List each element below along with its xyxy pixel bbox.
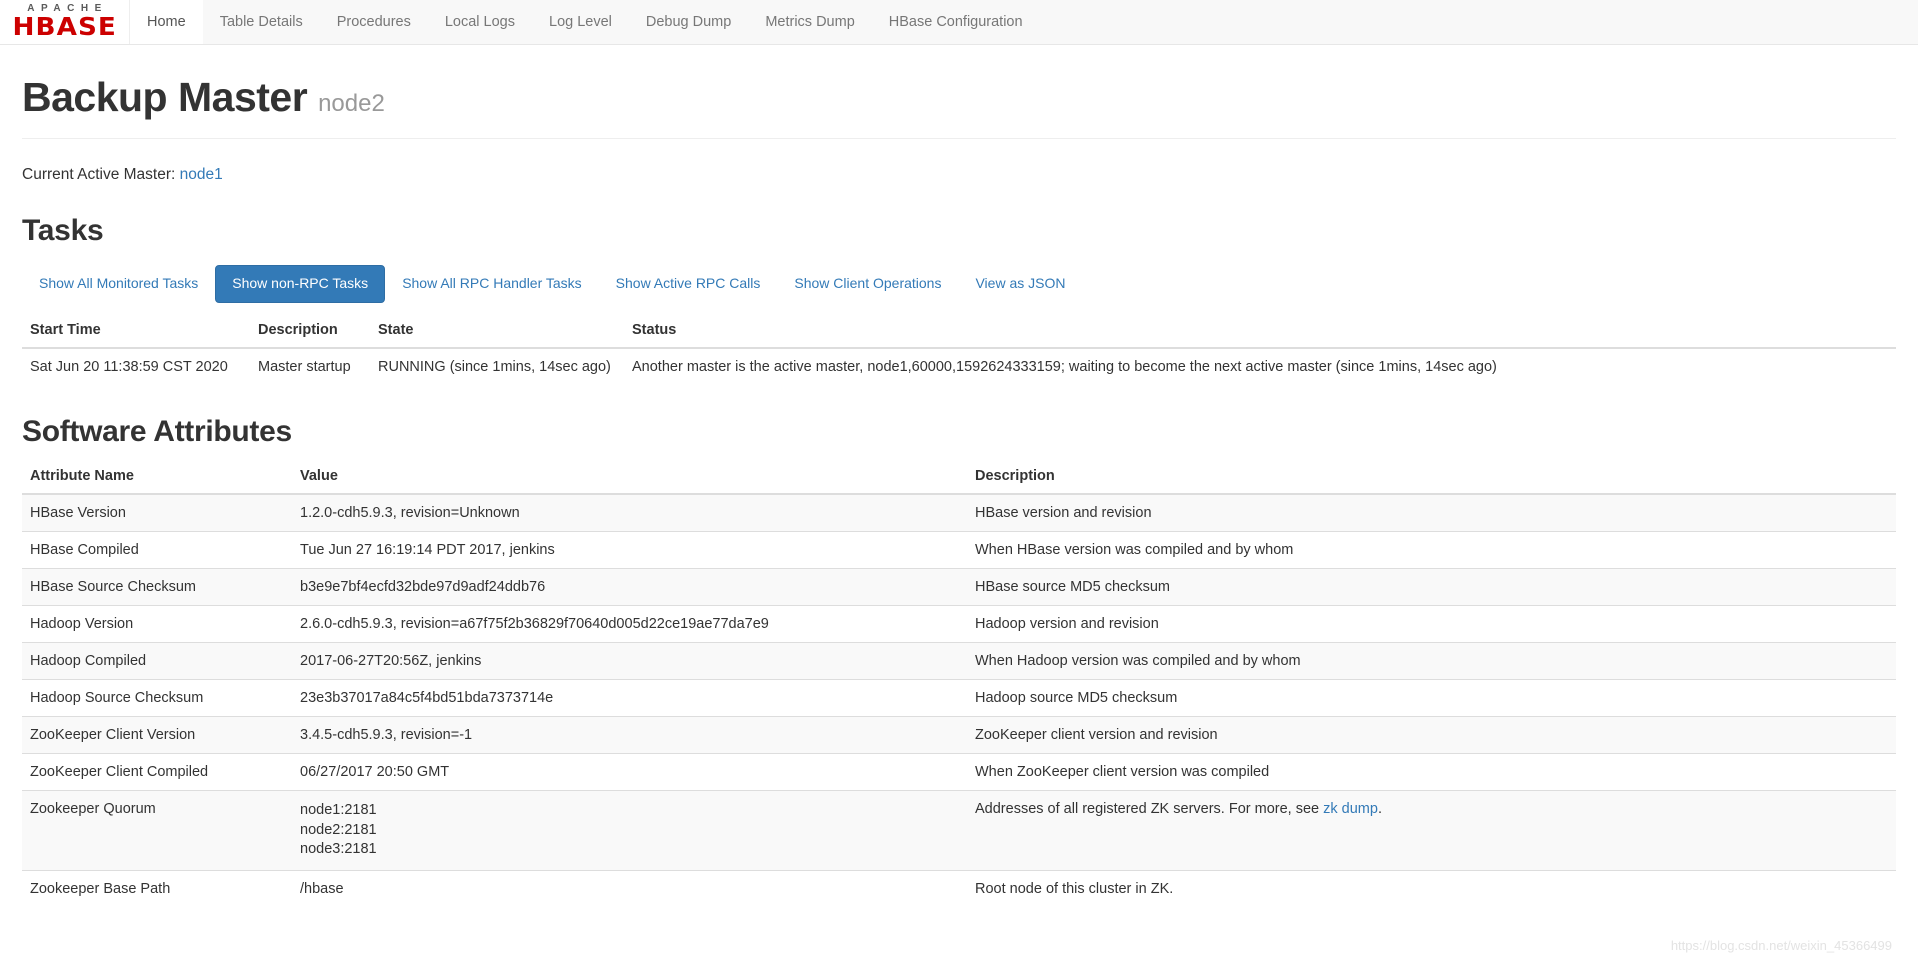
attr-description: When HBase version was compiled and by w… — [967, 530, 1896, 569]
table-row: Sat Jun 20 11:38:59 CST 2020 Master star… — [22, 347, 1896, 385]
attr-description: Root node of this cluster in ZK. — [967, 870, 1896, 908]
zk-quorum-line: node3:2181 — [300, 841, 377, 858]
attr-value: 1.2.0-cdh5.9.3, revision=Unknown — [292, 493, 967, 532]
task-description: Master startup — [250, 347, 370, 385]
tasks-table-header-row: Start Time Description State Status — [22, 312, 1896, 349]
show-non-rpc-tasks-button[interactable]: Show non-RPC Tasks — [215, 265, 386, 303]
nav-item-home[interactable]: Home — [130, 0, 203, 44]
show-active-rpc-calls-button[interactable]: Show Active RPC Calls — [599, 265, 778, 303]
nav-item-local-logs[interactable]: Local Logs — [428, 0, 532, 44]
tasks-heading: Tasks — [22, 214, 104, 248]
tasks-col-start-time: Start Time — [22, 312, 250, 349]
tasks-table-body: Sat Jun 20 11:38:59 CST 2020 Master star… — [22, 347, 1896, 385]
attr-description-suffix: . — [1377, 800, 1382, 817]
nav-item-metrics-dump[interactable]: Metrics Dump — [748, 0, 871, 44]
task-state: RUNNING (since 1mins, 14sec ago) — [370, 347, 624, 385]
attr-value: b3e9e7bf4ecfd32bde97d9adf24ddb76 — [292, 567, 967, 606]
attrs-col-description: Description — [967, 458, 1896, 495]
attr-description: When ZooKeeper client version was compil… — [967, 752, 1896, 791]
attr-name: ZooKeeper Client Compiled — [22, 752, 292, 791]
show-client-operations-button[interactable]: Show Client Operations — [777, 265, 958, 303]
attr-value: 23e3b37017a84c5f4bd51bda7373714e — [292, 678, 967, 717]
logo-hbase-text: HBASE — [12, 11, 117, 41]
current-active-master-label: Current Active Master: — [22, 166, 176, 184]
attrs-table-head: Attribute Name Value Description — [22, 458, 1896, 495]
nav-item-procedures[interactable]: Procedures — [320, 0, 428, 44]
current-active-master-link[interactable]: node1 — [180, 166, 223, 183]
software-attributes-table: Attribute Name Value Description HBase V… — [22, 458, 1896, 908]
table-row: HBase Version 1.2.0-cdh5.9.3, revision=U… — [22, 493, 1896, 532]
page-header: Backup Master node2 — [22, 74, 1896, 140]
attr-description: ZooKeeper client version and revision — [967, 715, 1896, 754]
attr-name: ZooKeeper Client Version — [22, 715, 292, 754]
table-row: HBase Compiled Tue Jun 27 16:19:14 PDT 2… — [22, 530, 1896, 569]
attr-value: 2.6.0-cdh5.9.3, revision=a67f75f2b36829f… — [292, 604, 967, 643]
view-as-json-button[interactable]: View as JSON — [958, 265, 1082, 303]
current-active-master: Current Active Master: node1 — [22, 166, 1896, 184]
tasks-table: Start Time Description State Status Sat … — [22, 312, 1896, 385]
tasks-col-description: Description — [250, 312, 370, 349]
attr-value: 2017-06-27T20:56Z, jenkins — [292, 641, 967, 680]
attr-name: Hadoop Compiled — [22, 641, 292, 680]
zk-dump-link[interactable]: zk dump — [1323, 801, 1378, 817]
software-attributes-heading: Software Attributes — [22, 414, 292, 448]
table-row: ZooKeeper Client Compiled 06/27/2017 20:… — [22, 752, 1896, 791]
hbase-logo[interactable]: APACHE HBASE — [0, 0, 130, 44]
attr-description: Hadoop version and revision — [967, 604, 1896, 643]
page-wrapper: APACHE HBASE Home Table Details Procedur… — [0, 0, 1918, 970]
attr-value: Tue Jun 27 16:19:14 PDT 2017, jenkins — [292, 530, 967, 569]
tasks-filter-button-group: Show All Monitored Tasks Show non-RPC Ta… — [22, 265, 1896, 303]
attr-name: Zookeeper Base Path — [22, 870, 292, 908]
attr-name: HBase Compiled — [22, 530, 292, 569]
page-title-subtitle: node2 — [318, 90, 385, 117]
nav-item-log-level[interactable]: Log Level — [532, 0, 629, 44]
attr-description: When Hadoop version was compiled and by … — [967, 641, 1896, 680]
page-title: Backup Master node2 — [22, 74, 1896, 120]
nav-item-hbase-configuration[interactable]: HBase Configuration — [872, 0, 1040, 44]
show-all-rpc-handler-tasks-button[interactable]: Show All RPC Handler Tasks — [385, 265, 598, 303]
tasks-col-state: State — [370, 312, 624, 349]
attr-description: HBase version and revision — [967, 493, 1896, 532]
tasks-col-status: Status — [624, 312, 1896, 349]
tasks-table-head: Start Time Description State Status — [22, 312, 1896, 349]
main-content: Backup Master node2 Current Active Maste… — [0, 74, 1918, 908]
attr-name: HBase Source Checksum — [22, 567, 292, 606]
table-row: Hadoop Source Checksum 23e3b37017a84c5f4… — [22, 678, 1896, 717]
attr-name: Zookeeper Quorum — [22, 789, 292, 871]
attr-value: /hbase — [292, 870, 967, 908]
attr-value: 3.4.5-cdh5.9.3, revision=-1 — [292, 715, 967, 754]
nav-item-table-details[interactable]: Table Details — [203, 0, 320, 44]
table-row: Hadoop Compiled 2017-06-27T20:56Z, jenki… — [22, 641, 1896, 680]
nav-items: Home Table Details Procedures Local Logs… — [130, 0, 1040, 44]
attr-name: HBase Version — [22, 493, 292, 532]
show-all-monitored-tasks-button[interactable]: Show All Monitored Tasks — [22, 265, 215, 303]
table-row: Zookeeper Base Path /hbase Root node of … — [22, 870, 1896, 908]
attrs-table-body: HBase Version 1.2.0-cdh5.9.3, revision=U… — [22, 493, 1896, 908]
attrs-table-header-row: Attribute Name Value Description — [22, 458, 1896, 495]
zk-quorum-line: node2:2181 — [300, 821, 377, 838]
attr-description-prefix: Addresses of all registered ZK servers. … — [975, 800, 1324, 817]
table-row: ZooKeeper Client Version 3.4.5-cdh5.9.3,… — [22, 715, 1896, 754]
attr-value: 06/27/2017 20:50 GMT — [292, 752, 967, 791]
page-title-text: Backup Master — [22, 74, 308, 120]
table-row: Hadoop Version 2.6.0-cdh5.9.3, revision=… — [22, 604, 1896, 643]
nav-item-debug-dump[interactable]: Debug Dump — [629, 0, 748, 44]
attr-description: Hadoop source MD5 checksum — [967, 678, 1896, 717]
task-start-time: Sat Jun 20 11:38:59 CST 2020 — [22, 347, 250, 385]
attr-name: Hadoop Source Checksum — [22, 678, 292, 717]
attr-description: Addresses of all registered ZK servers. … — [967, 789, 1896, 871]
attr-description: HBase source MD5 checksum — [967, 567, 1896, 606]
attrs-col-attribute-name: Attribute Name — [22, 458, 292, 495]
attrs-col-value: Value — [292, 458, 967, 495]
top-navbar: APACHE HBASE Home Table Details Procedur… — [0, 0, 1918, 45]
attr-name: Hadoop Version — [22, 604, 292, 643]
watermark: https://blog.csdn.net/weixin_45366499 — [1670, 938, 1892, 953]
zk-quorum-line: node1:2181 — [300, 801, 377, 818]
attr-value: node1:2181 node2:2181 node3:2181 — [292, 789, 967, 871]
table-row: HBase Source Checksum b3e9e7bf4ecfd32bde… — [22, 567, 1896, 606]
task-status: Another master is the active master, nod… — [624, 347, 1896, 385]
table-row: Zookeeper Quorum node1:2181 node2:2181 n… — [22, 789, 1896, 871]
